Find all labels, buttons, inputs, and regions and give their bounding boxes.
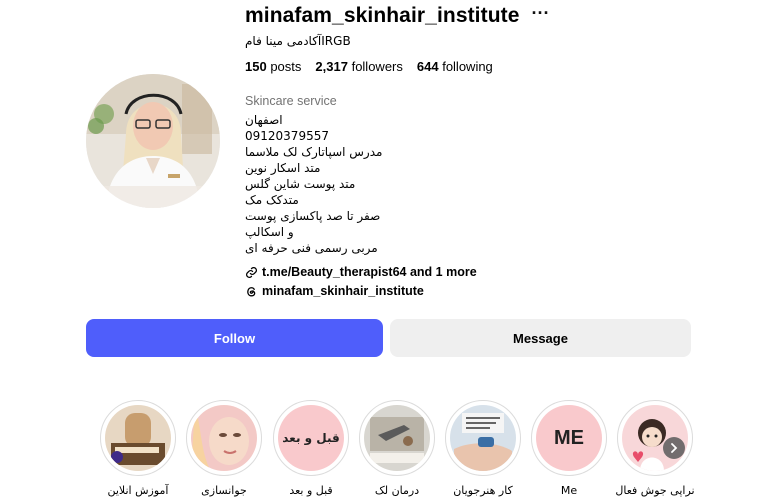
posts-stat: 150 posts <box>245 59 302 74</box>
threads-icon <box>247 286 256 296</box>
bio-line: مدرس اسپاتارک لک ملاسما <box>245 145 383 159</box>
profile-category: Skincare service <box>245 94 337 108</box>
highlight-cover <box>450 405 516 471</box>
bio-line: متدکک مک <box>245 193 299 207</box>
highlight-cover <box>191 405 257 471</box>
highlight-item[interactable]: قبل و بعد قبل و بعد <box>273 400 349 497</box>
following-stat[interactable]: 644 following <box>417 59 493 74</box>
highlight-cover: قبل و بعد <box>278 405 344 471</box>
follow-button[interactable]: Follow <box>86 319 383 357</box>
highlight-label: آموزش انلاین <box>107 484 169 497</box>
highlight-item[interactable]: جوانسازی <box>186 400 262 497</box>
followers-stat[interactable]: 2,317 followers <box>315 59 402 74</box>
highlight-label: Me <box>560 484 578 497</box>
highlight-label: نراپی جوش فعال <box>615 484 695 497</box>
highlight-label: درمان لک <box>374 484 420 497</box>
highlight-label: قبل و بعد <box>289 484 333 497</box>
highlight-item[interactable]: آموزش انلاین <box>100 400 176 497</box>
threads-link[interactable]: minafam_skinhair_institute <box>245 283 424 299</box>
highlight-cover <box>364 405 430 471</box>
bio-line: متد اسکار نوین <box>245 161 321 175</box>
more-options-icon[interactable]: ··· <box>532 4 550 22</box>
profile-avatar[interactable] <box>86 74 220 208</box>
bio-line: مربی رسمی فنی حرفه ای <box>245 241 378 255</box>
highlight-item[interactable]: ME Me <box>531 400 607 497</box>
chevron-right-icon[interactable] <box>663 437 685 459</box>
threads-handle[interactable]: minafam_skinhair_institute <box>262 284 424 298</box>
link-text[interactable]: t.me/Beauty_therapist64 and 1 more <box>262 265 477 279</box>
profile-full-name: آکادمی مینا فامIRGB <box>245 34 351 48</box>
bio-line: صفر تا صد پاکسازی پوست <box>245 209 381 223</box>
profile-bio: اصفهان 09120379557 مدرس اسپاتارک لک ملاس… <box>245 112 382 256</box>
profile-link[interactable]: t.me/Beauty_therapist64 and 1 more <box>245 264 477 280</box>
profile-username: minafam_skinhair_institute <box>245 4 520 27</box>
bio-line: و اسکالپ <box>245 225 294 239</box>
highlight-cover <box>105 405 171 471</box>
highlight-item[interactable]: درمان لک <box>359 400 435 497</box>
bio-line: متد پوست شاین گلس <box>245 177 356 191</box>
bio-line: 09120379557 <box>245 129 329 143</box>
highlight-item[interactable]: کار هنرجویان <box>445 400 521 497</box>
highlight-label: جوانسازی <box>201 484 247 497</box>
highlight-cover: ME <box>536 405 602 471</box>
profile-stats: 150 posts 2,317 followers 644 following <box>245 59 493 74</box>
highlight-label: کار هنرجویان <box>453 484 513 497</box>
message-button[interactable]: Message <box>390 319 691 357</box>
bio-line: اصفهان <box>245 113 283 127</box>
link-icon <box>246 266 257 278</box>
